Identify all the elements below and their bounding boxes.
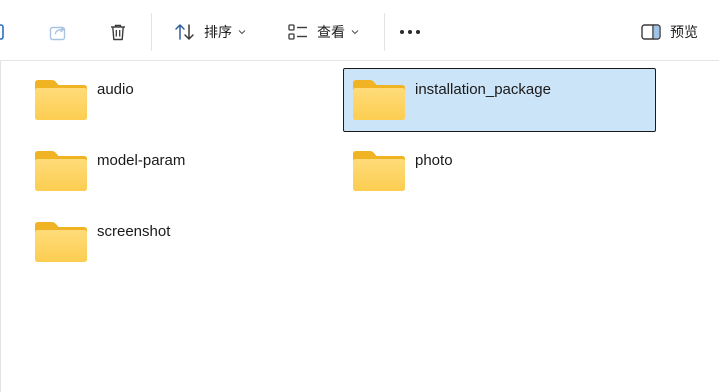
view-label: 查看	[317, 25, 345, 41]
folder-icon	[34, 79, 88, 121]
share-button[interactable]	[42, 12, 74, 52]
folder-icon	[34, 221, 88, 263]
folder-item-model-param[interactable]: model-param	[25, 139, 338, 203]
folder-icon	[352, 79, 406, 121]
folder-item-installation-package[interactable]: installation_package	[343, 68, 656, 132]
more-options-button[interactable]	[394, 12, 426, 52]
folder-item-photo[interactable]: photo	[343, 139, 656, 203]
folder-name: audio	[97, 81, 134, 98]
chevron-down-icon	[238, 29, 246, 35]
view-button[interactable]: 查看	[276, 12, 370, 52]
delete-button[interactable]	[102, 12, 134, 52]
folder-icon	[352, 150, 406, 192]
folder-icon	[34, 150, 88, 192]
toolbar-separator	[384, 13, 385, 51]
chevron-down-icon	[351, 29, 359, 35]
more-icon	[399, 29, 421, 35]
view-icon	[287, 22, 309, 42]
folder-name: photo	[415, 152, 453, 169]
file-explorer-window: 排序 查看 预览 audio installation_package mode…	[0, 0, 719, 392]
folder-name: installation_package	[415, 81, 551, 98]
preview-label: 预览	[670, 25, 698, 41]
toolbar-separator	[151, 13, 152, 51]
folder-item-screenshot[interactable]: screenshot	[25, 210, 338, 274]
folder-item-audio[interactable]: audio	[25, 68, 338, 132]
trash-icon	[108, 22, 128, 42]
sort-button[interactable]: 排序	[164, 12, 256, 52]
share-icon	[48, 22, 68, 42]
preview-pane-icon	[640, 23, 662, 41]
preview-pane-button[interactable]: 预览	[632, 12, 706, 52]
navigation-pane-border	[0, 60, 1, 392]
rename-icon	[0, 22, 9, 42]
folder-name: model-param	[97, 152, 186, 169]
rename-button[interactable]	[0, 12, 10, 52]
command-bar: 排序 查看 预览	[0, 0, 719, 61]
folder-name: screenshot	[97, 223, 171, 240]
sort-label: 排序	[204, 25, 232, 41]
sort-icon	[174, 22, 196, 42]
